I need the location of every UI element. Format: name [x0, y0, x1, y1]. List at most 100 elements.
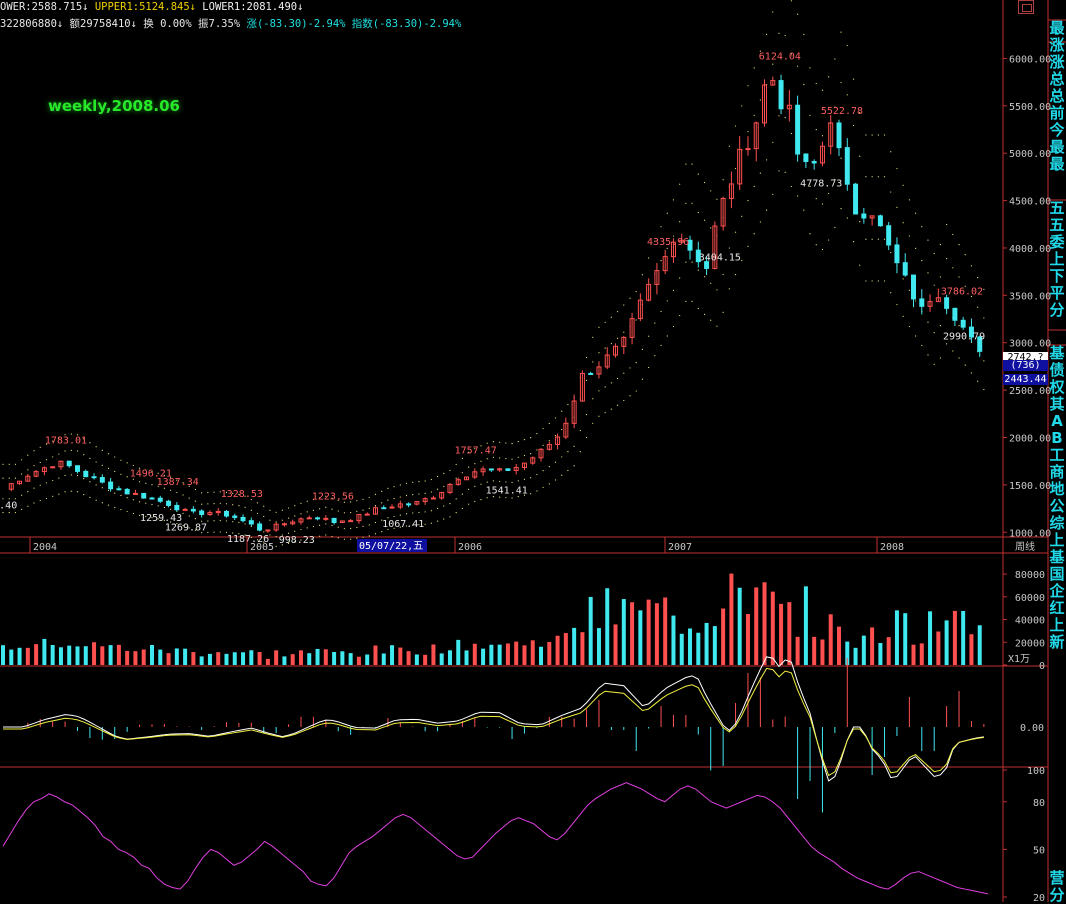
band-dot	[877, 238, 879, 240]
band-dot	[554, 417, 557, 419]
side-panel-item[interactable]: 上	[1048, 532, 1066, 549]
side-panel-item[interactable]: 权	[1048, 379, 1066, 396]
band-dot	[8, 463, 10, 465]
band-dot	[939, 276, 942, 278]
band-dot	[679, 314, 681, 317]
side-panel-item[interactable]: 今	[1048, 122, 1066, 139]
side-panel-item[interactable]: 营	[1048, 870, 1066, 887]
y-tick-label: 1500.00	[1009, 481, 1051, 492]
candle-body	[116, 488, 122, 491]
side-panel-group3[interactable]: 基债权其AB工商地公综上基国企红上新	[1048, 345, 1066, 651]
side-panel-item[interactable]: 分	[1048, 302, 1066, 319]
side-panel-item[interactable]: 企	[1048, 583, 1066, 600]
volume-bar	[605, 588, 610, 665]
side-panel-item[interactable]: 综	[1048, 515, 1066, 532]
band-dot	[747, 245, 749, 247]
side-panel-item[interactable]: 总	[1048, 71, 1066, 88]
band-dot	[641, 348, 644, 351]
band-dot	[275, 521, 277, 523]
band-dot	[343, 538, 346, 540]
side-panel-item[interactable]: 最	[1048, 156, 1066, 173]
side-panel-item[interactable]: 地	[1048, 481, 1066, 498]
band-dot	[784, 117, 786, 119]
side-panel-item[interactable]: 分	[1048, 887, 1066, 904]
band-dot	[362, 498, 364, 500]
band-dot	[623, 304, 625, 306]
band-dot	[896, 167, 898, 170]
band-dot	[331, 508, 333, 510]
side-panel-item[interactable]: 涨	[1048, 54, 1066, 71]
band-dot	[319, 535, 321, 537]
side-panel-item[interactable]: 五	[1048, 200, 1066, 217]
side-panel-item[interactable]: 公	[1048, 498, 1066, 515]
band-dot	[107, 489, 110, 492]
band-dot	[2, 463, 4, 465]
side-panel-item[interactable]: 下	[1048, 268, 1066, 285]
side-panel-item[interactable]: 委	[1048, 234, 1066, 251]
band-dot	[356, 526, 358, 529]
side-panel-item[interactable]: 基	[1048, 549, 1066, 566]
volume-bar	[323, 649, 328, 665]
side-panel-item[interactable]: 商	[1048, 464, 1066, 481]
band-dot	[138, 501, 141, 503]
side-panel-item[interactable]: 基	[1048, 345, 1066, 362]
side-panel-item[interactable]: 其	[1048, 396, 1066, 413]
band-dot	[430, 510, 432, 512]
candle-body	[66, 460, 72, 467]
side-panel-item[interactable]: 涨	[1048, 37, 1066, 54]
band-dot	[101, 464, 103, 466]
side-panel-item[interactable]: A	[1048, 413, 1066, 430]
band-dot	[914, 247, 917, 249]
volume-bar	[961, 610, 966, 665]
x-tick-label: 2007	[668, 542, 692, 553]
band-dot	[486, 481, 488, 483]
band-dot	[983, 317, 985, 319]
side-panel-item[interactable]: 国	[1048, 566, 1066, 583]
band-dot	[225, 503, 228, 505]
side-panel-item[interactable]: 平	[1048, 285, 1066, 302]
band-dot	[685, 300, 687, 302]
band-dot	[734, 231, 737, 233]
side-panel-group4[interactable]: 营分	[1048, 870, 1066, 904]
volume-bar	[216, 652, 221, 665]
side-panel-item[interactable]: 最	[1048, 20, 1066, 37]
side-panel-item[interactable]: 总	[1048, 88, 1066, 105]
side-panel-item[interactable]: 上	[1048, 617, 1066, 634]
side-panel-item[interactable]: 债	[1048, 362, 1066, 379]
side-panel-item[interactable]: 红	[1048, 600, 1066, 617]
x-tick-label: 2006	[458, 542, 482, 553]
side-panel-item[interactable]: B	[1048, 430, 1066, 447]
band-dot	[430, 478, 432, 481]
band-dot	[914, 212, 917, 214]
band-dot	[567, 403, 569, 406]
side-panel-item[interactable]: 工	[1048, 447, 1066, 464]
band-dot	[797, 13, 799, 15]
side-panel-group1[interactable]: 最涨涨总总前今最最	[1048, 20, 1066, 173]
band-dot	[163, 506, 166, 509]
band-dot	[499, 480, 501, 483]
band-dot	[734, 274, 737, 276]
band-dot	[784, 34, 786, 37]
side-panel-item[interactable]: 新	[1048, 634, 1066, 651]
band-dot	[52, 456, 54, 458]
side-panel-item[interactable]: 上	[1048, 251, 1066, 268]
side-panel-item[interactable]: 最	[1048, 139, 1066, 156]
band-dot	[846, 217, 848, 219]
side-panel-item[interactable]: 前	[1048, 105, 1066, 122]
band-dot	[846, 44, 848, 47]
volume-bar	[431, 644, 436, 665]
candle-body	[911, 274, 917, 300]
volume-bar	[770, 591, 775, 665]
side-panel-group2[interactable]: 五五委上下平分	[1048, 200, 1066, 319]
side-panel-item[interactable]: 五	[1048, 217, 1066, 234]
volume-bar	[820, 639, 825, 665]
band-dot	[815, 244, 817, 246]
band-dot	[946, 223, 948, 226]
volume-bar	[721, 608, 726, 665]
candle-body	[124, 488, 130, 495]
band-dot	[418, 481, 420, 483]
volume-bar	[42, 638, 47, 665]
macd-line	[3, 656, 984, 782]
band-dot	[424, 492, 426, 494]
band-dot	[281, 509, 283, 511]
